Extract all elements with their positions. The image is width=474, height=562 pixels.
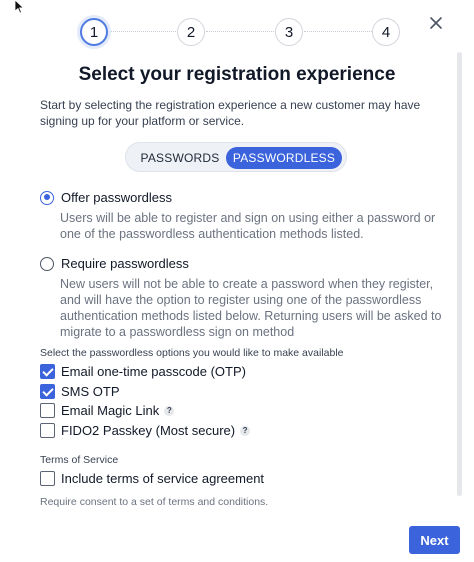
mouse-cursor-icon — [14, 0, 25, 14]
step-3: 3 — [275, 18, 303, 46]
passwordless-options-heading: Select the passwordless options you woul… — [40, 347, 344, 359]
terms-heading: Terms of Service — [40, 454, 119, 466]
email-otp-checkbox[interactable] — [40, 364, 55, 379]
intro-text: Start by selecting the registration expe… — [40, 98, 421, 128]
help-icon[interactable]: ? — [240, 425, 251, 436]
checkbox-label: SMS OTP — [61, 384, 120, 399]
toggle-passwords[interactable]: PASSWORDS — [133, 147, 227, 169]
scrollbar[interactable] — [457, 52, 462, 496]
checkbox-label: Email one-time passcode (OTP) — [61, 364, 246, 379]
step-2: 2 — [177, 18, 205, 46]
help-icon[interactable]: ? — [164, 405, 175, 416]
radio-label: Require passwordless — [61, 256, 189, 271]
toggle-passwordless[interactable]: PASSWORDLESS — [226, 147, 342, 169]
offer-passwordless-option[interactable]: Offer passwordless — [40, 190, 172, 205]
sms-otp-checkbox[interactable] — [40, 384, 55, 399]
next-button[interactable]: Next — [409, 526, 460, 554]
option-email-magic-link[interactable]: Email Magic Link ? — [40, 403, 175, 418]
step-1: 1 — [80, 18, 108, 46]
require-passwordless-radio[interactable] — [40, 256, 54, 271]
option-sms-otp[interactable]: SMS OTP — [40, 384, 120, 399]
terms-option[interactable]: Include terms of service agreement — [40, 471, 264, 486]
checkbox-label: Email Magic Link — [61, 403, 160, 418]
fido2-passkey-checkbox[interactable] — [40, 423, 55, 438]
page-title: Select your registration experience — [78, 64, 396, 85]
step-connector — [304, 31, 372, 32]
require-passwordless-option[interactable]: Require passwordless — [40, 256, 189, 271]
step-connector — [108, 31, 176, 32]
radio-label: Offer passwordless — [61, 190, 173, 205]
stepper: 1 2 3 4 — [0, 18, 474, 46]
offer-passwordless-radio[interactable] — [40, 190, 54, 205]
require-passwordless-description: New users will not be able to create a p… — [60, 277, 442, 339]
terms-note: Require consent to a set of terms and co… — [40, 496, 269, 508]
checkbox-label: FIDO2 Passkey (Most secure) — [61, 423, 236, 438]
option-email-otp[interactable]: Email one-time passcode (OTP) — [40, 364, 246, 379]
option-fido2-passkey[interactable]: FIDO2 Passkey (Most secure) ? — [40, 423, 251, 438]
step-4: 4 — [372, 18, 400, 46]
step-connector — [206, 31, 274, 32]
terms-checkbox[interactable] — [40, 471, 55, 486]
email-magic-link-checkbox[interactable] — [40, 403, 55, 418]
mode-toggle: PASSWORDS PASSWORDLESS — [125, 142, 347, 172]
offer-passwordless-description: Users will be able to register and sign … — [60, 211, 436, 241]
checkbox-label: Include terms of service agreement — [61, 471, 265, 486]
